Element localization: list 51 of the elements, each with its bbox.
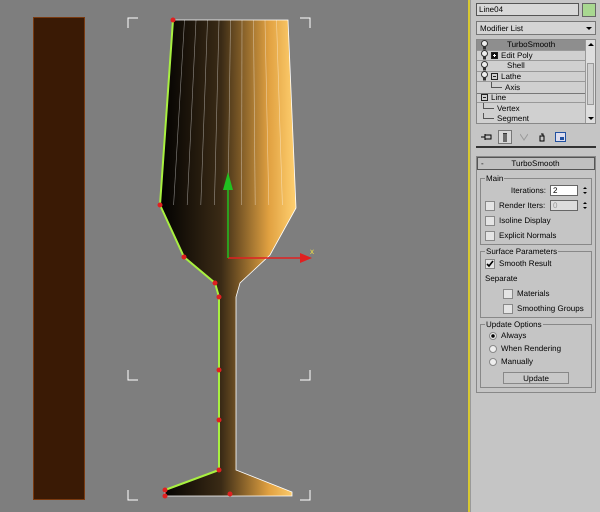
checkbox[interactable]: [503, 304, 513, 314]
checkbox[interactable]: [485, 230, 495, 240]
modifier-stack-item[interactable]: TurboSmooth: [477, 40, 585, 50]
checkbox[interactable]: [503, 288, 513, 298]
collapse-toggle-icon[interactable]: [481, 94, 488, 102]
radio-button[interactable]: [489, 332, 497, 340]
spinner-label: Iterations:: [510, 186, 546, 195]
spinner-label: Render Iters:: [499, 201, 546, 210]
modifier-list-dropdown[interactable]: Modifier List: [476, 21, 596, 35]
sub-object-item[interactable]: Axis: [477, 82, 585, 92]
radio-button[interactable]: [489, 344, 497, 352]
spinner-arrows-icon[interactable]: [582, 200, 587, 210]
group-title: Surface Parameters: [485, 247, 558, 256]
rollout-header[interactable]: - TurboSmooth: [477, 157, 595, 170]
spinner-field[interactable]: 2: [550, 185, 578, 196]
group-label: Separate: [485, 274, 518, 283]
sub-object-item[interactable]: Vertex: [477, 103, 585, 114]
lightbulb-icon[interactable]: [481, 50, 488, 60]
scrollbar[interactable]: [585, 40, 595, 123]
lightbulb-icon[interactable]: [481, 40, 488, 50]
modifier-stack-item[interactable]: Edit Poly: [477, 50, 585, 61]
pin-icon[interactable]: [480, 131, 492, 143]
lightbulb-icon[interactable]: [481, 71, 488, 82]
object-name-field[interactable]: Line04: [476, 3, 579, 16]
expand-toggle-icon[interactable]: [491, 52, 498, 59]
checkbox[interactable]: [485, 258, 495, 268]
radio-label: When Rendering: [501, 344, 562, 353]
configure-icon[interactable]: [554, 131, 566, 143]
axis-label: x: [310, 247, 314, 256]
checkbox-label: Smoothing Groups: [517, 304, 584, 313]
lightbulb-icon[interactable]: [481, 60, 488, 71]
move-gizmo-icon[interactable]: [223, 172, 312, 263]
checkbox[interactable]: [485, 216, 495, 226]
update-button[interactable]: Update: [503, 372, 569, 384]
radio-label: Manually: [501, 357, 534, 366]
group-title: Main: [485, 174, 504, 183]
show-end-result-icon[interactable]: [498, 130, 512, 144]
radio-button[interactable]: [489, 358, 497, 366]
collapse-toggle-icon[interactable]: [491, 72, 498, 80]
group-title: Update Options: [485, 320, 543, 329]
spinner-arrows-icon[interactable]: [582, 186, 587, 196]
sub-object-item[interactable]: Segment: [477, 114, 585, 123]
radio-label: Always: [501, 331, 526, 340]
modifier-stack-item[interactable]: Line: [477, 92, 585, 103]
checkbox-label: Isoline Display: [499, 216, 551, 225]
object-color-swatch[interactable]: [582, 3, 596, 17]
checkbox-label: Materials: [517, 289, 550, 298]
glass-drawing[interactable]: [158, 18, 296, 498]
checkbox-label: Explicit Normals: [499, 231, 556, 240]
checkbox-label: Smooth Result: [499, 259, 552, 268]
modifier-stack-item[interactable]: Lathe: [477, 72, 585, 82]
